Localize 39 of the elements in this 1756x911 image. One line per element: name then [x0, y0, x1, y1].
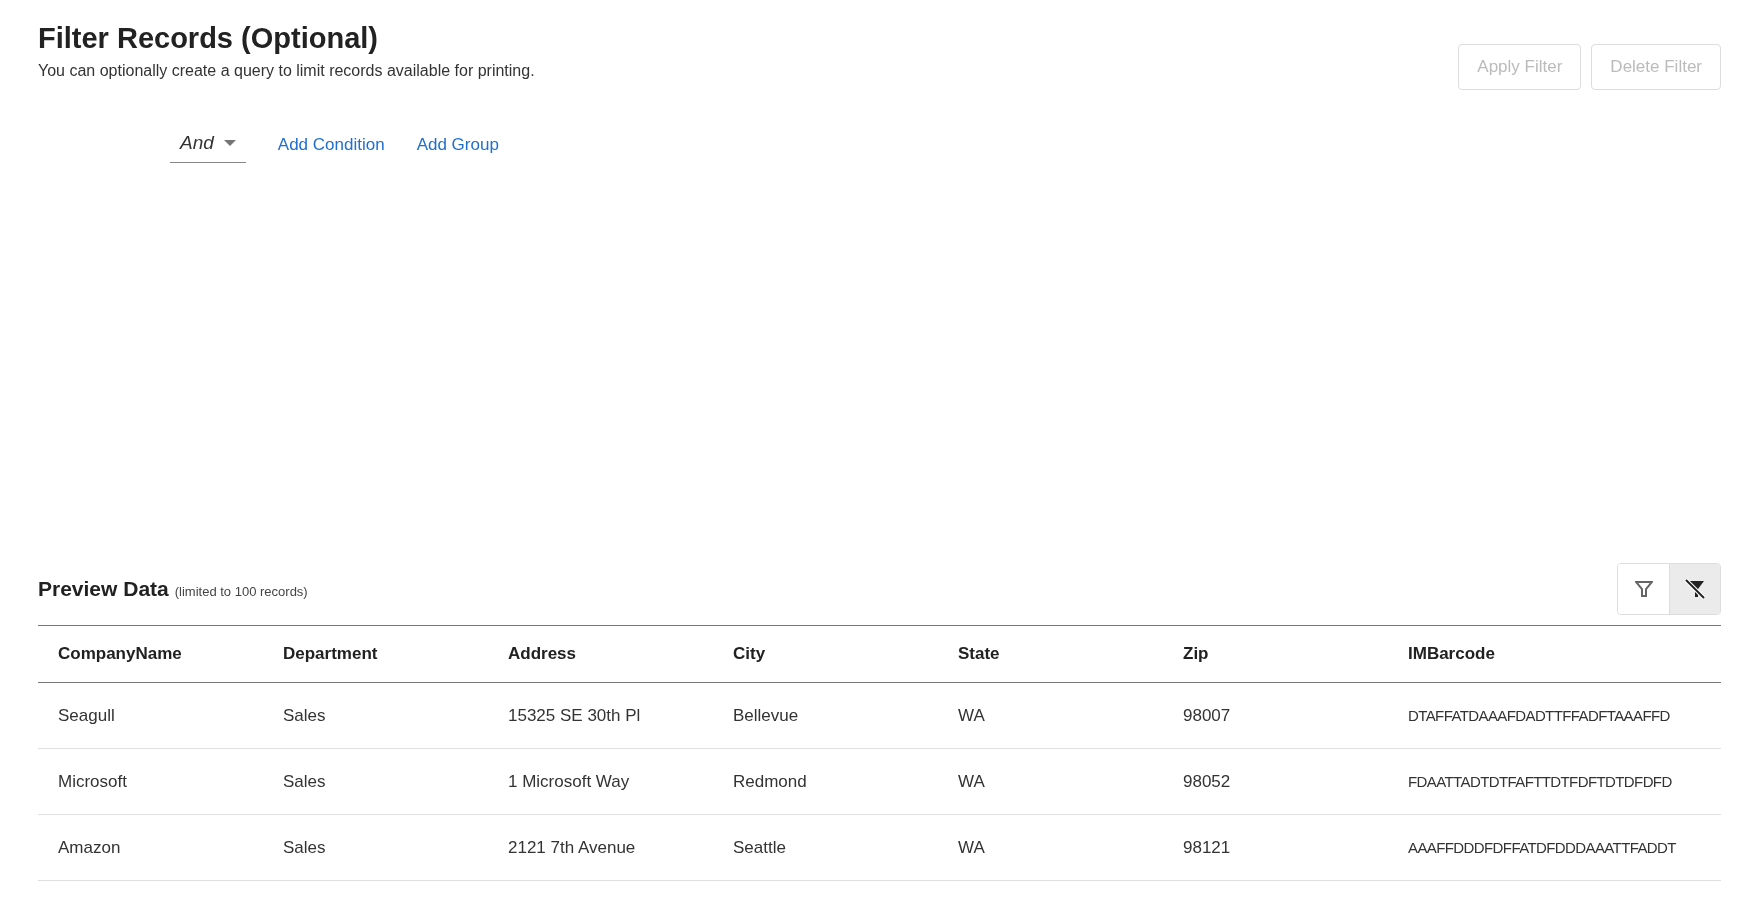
table-cell: Seagull	[38, 682, 263, 749]
table-cell: Seattle	[713, 814, 938, 881]
add-link[interactable]: Add Group	[416, 134, 499, 155]
column-header: Zip	[1163, 625, 1388, 683]
caret-icon	[223, 139, 236, 147]
page-title: Filter Records (Optional)	[38, 21, 379, 56]
table-cell: 98121	[1163, 814, 1388, 881]
table-cell: Microsoft	[38, 748, 263, 815]
table-cell: Bellevue	[713, 682, 938, 749]
table-cell: 98007	[1163, 682, 1388, 749]
table-cell: Sales	[263, 814, 488, 881]
table-cell: 15325 SE 30th Pl	[488, 682, 713, 749]
column-header: Department	[263, 625, 488, 683]
section-note: (limited to 100 records)	[174, 584, 308, 599]
table-cell: WA	[938, 814, 1163, 881]
table-cell: AAAFFDDDFDFFATDFDDDAAATTFADDT	[1388, 814, 1721, 881]
table-cell: WA	[938, 748, 1163, 815]
table-cell: Sales	[263, 682, 488, 749]
table-cell: Redmond	[713, 748, 938, 815]
column-header: City	[713, 625, 938, 683]
column-header: Address	[488, 625, 713, 683]
column-header: CompanyName	[38, 625, 263, 683]
table-cell: DTAFFATDAAAFDADTTFFADFTAAAFFD	[1388, 682, 1721, 749]
clear-filter-button[interactable]	[1669, 564, 1720, 614]
section-title: Preview Data	[38, 577, 169, 600]
operator-dropdown[interactable]: And	[170, 126, 246, 163]
table-cell: 98052	[1163, 748, 1388, 815]
filter-off-icon	[1684, 578, 1706, 600]
filter-icon	[1634, 580, 1653, 598]
table-cell: Sales	[263, 748, 488, 815]
table-cell: 2121 7th Avenue	[488, 814, 713, 881]
table-cell: WA	[938, 682, 1163, 749]
column-header: State	[938, 625, 1163, 683]
table-cell: 1 Microsoft Way	[488, 748, 713, 815]
add-link[interactable]: Add Condition	[277, 134, 385, 155]
table-cell: FDAATTADTDTFAFTTDTFDFTDTDFDFD	[1388, 748, 1721, 815]
column-header: IMBarcode	[1388, 625, 1721, 683]
page-description: You can optionally create a query to limit records available for printing.	[38, 62, 535, 80]
table-cell: Amazon	[38, 814, 263, 881]
